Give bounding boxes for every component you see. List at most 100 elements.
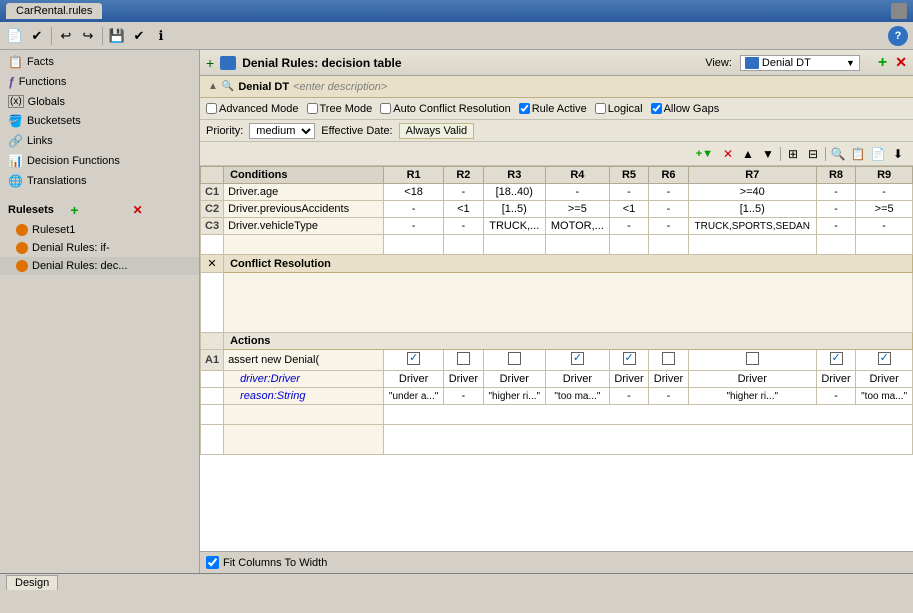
- advanced-mode-checkbox[interactable]: Advanced Mode: [206, 103, 299, 115]
- c2-r9[interactable]: >=5: [856, 201, 913, 218]
- rulesets-delete-button[interactable]: ✕: [133, 203, 191, 217]
- c1-r3[interactable]: [18..40): [483, 184, 545, 201]
- minimize-btn[interactable]: [891, 3, 907, 19]
- c1-r1[interactable]: <18: [384, 184, 444, 201]
- paste-btn[interactable]: 📄: [869, 145, 887, 163]
- c1-r2[interactable]: -: [444, 184, 483, 201]
- view-selector[interactable]: Denial DT ▼: [740, 55, 860, 71]
- c2-r1[interactable]: -: [384, 201, 444, 218]
- panel-add-button[interactable]: +: [878, 54, 887, 72]
- ruleset-item-2[interactable]: Denial Rules: if-: [0, 239, 199, 257]
- verify-btn[interactable]: ✔: [129, 26, 149, 46]
- a1-action[interactable]: assert new Denial(: [224, 350, 384, 371]
- advanced-mode-input[interactable]: [206, 103, 217, 114]
- copy-btn[interactable]: 📋: [849, 145, 867, 163]
- c3-r9[interactable]: -: [856, 218, 913, 235]
- undo-btn[interactable]: ↩: [56, 26, 76, 46]
- allow-gaps-input[interactable]: [651, 103, 662, 114]
- c3-r2[interactable]: -: [444, 218, 483, 235]
- c3-condition[interactable]: Driver.vehicleType: [224, 218, 384, 235]
- sidebar-item-translations[interactable]: 🌐 Translations: [0, 171, 199, 191]
- c3-r5[interactable]: -: [609, 218, 648, 235]
- a1-r5-checkbox[interactable]: [609, 350, 648, 371]
- grid-btn-1[interactable]: ⊞: [784, 145, 802, 163]
- reason-r4[interactable]: "too ma...": [545, 388, 609, 405]
- allow-gaps-checkbox[interactable]: Allow Gaps: [651, 103, 720, 115]
- fit-columns-checkbox[interactable]: Fit Columns To Width: [206, 556, 327, 569]
- a1-r8-checkbox[interactable]: [816, 350, 855, 371]
- add-row-btn[interactable]: +▼: [692, 145, 717, 163]
- search-table-btn[interactable]: 🔍: [829, 145, 847, 163]
- add-action-cell[interactable]: [224, 405, 384, 425]
- auto-conflict-input[interactable]: [380, 103, 391, 114]
- reason-r7[interactable]: "higher ri...": [688, 388, 816, 405]
- driver-r2[interactable]: Driver: [444, 371, 483, 388]
- a1-r6-checkbox[interactable]: [649, 350, 688, 371]
- logical-checkbox[interactable]: Logical: [595, 103, 643, 115]
- driver-r1[interactable]: Driver: [384, 371, 444, 388]
- rule-active-input[interactable]: [519, 103, 530, 114]
- driver-r5[interactable]: Driver: [609, 371, 648, 388]
- logical-input[interactable]: [595, 103, 606, 114]
- sidebar-item-decision-functions[interactable]: 📊 Decision Functions: [0, 151, 199, 171]
- c3-r4[interactable]: MOTOR,...: [545, 218, 609, 235]
- c1-r9[interactable]: -: [856, 184, 913, 201]
- a1-r3-checkbox[interactable]: [483, 350, 545, 371]
- rulesets-add-button[interactable]: +: [70, 202, 128, 218]
- dt-collapse-icon[interactable]: ▲: [208, 81, 218, 92]
- auto-conflict-checkbox[interactable]: Auto Conflict Resolution: [380, 103, 510, 115]
- a1-r7-checkbox[interactable]: [688, 350, 816, 371]
- redo-btn[interactable]: ↪: [78, 26, 98, 46]
- move-up-btn[interactable]: ▲: [739, 145, 757, 163]
- sidebar-item-facts[interactable]: 📋 Facts: [0, 52, 199, 72]
- save-btn[interactable]: 💾: [107, 26, 127, 46]
- c2-r4[interactable]: >=5: [545, 201, 609, 218]
- driver-r6[interactable]: Driver: [649, 371, 688, 388]
- reason-r8[interactable]: -: [816, 388, 855, 405]
- reason-r2[interactable]: -: [444, 388, 483, 405]
- help-button[interactable]: ?: [888, 26, 908, 46]
- check-btn[interactable]: ✔: [27, 26, 47, 46]
- info-btn[interactable]: ℹ: [151, 26, 171, 46]
- panel-delete-button[interactable]: ✕: [895, 54, 907, 71]
- priority-select[interactable]: medium: [249, 123, 315, 139]
- tree-mode-input[interactable]: [307, 103, 318, 114]
- a1-r2-checkbox[interactable]: [444, 350, 483, 371]
- reason-r1[interactable]: "under a...": [384, 388, 444, 405]
- c2-r2[interactable]: <1: [444, 201, 483, 218]
- a1-r4-checkbox[interactable]: [545, 350, 609, 371]
- c1-r7[interactable]: >=40: [688, 184, 816, 201]
- c3-r1[interactable]: -: [384, 218, 444, 235]
- reason-r9[interactable]: "too ma...": [856, 388, 913, 405]
- driver-r8[interactable]: Driver: [816, 371, 855, 388]
- driver-r3[interactable]: Driver: [483, 371, 545, 388]
- rule-active-checkbox[interactable]: Rule Active: [519, 103, 587, 115]
- fit-columns-input[interactable]: [206, 556, 219, 569]
- tree-mode-checkbox[interactable]: Tree Mode: [307, 103, 373, 115]
- ruleset-item-3[interactable]: Denial Rules: dec...: [0, 257, 199, 275]
- sidebar-item-links[interactable]: 🔗 Links: [0, 131, 199, 151]
- ruleset-item-1[interactable]: Ruleset1: [0, 221, 199, 239]
- sidebar-item-bucketsets[interactable]: 🪣 Bucketsets: [0, 111, 199, 131]
- c2-r3[interactable]: [1..5): [483, 201, 545, 218]
- conflict-expand-btn[interactable]: ✕: [201, 255, 224, 273]
- c1-condition[interactable]: Driver.age: [224, 184, 384, 201]
- a1-r9-checkbox[interactable]: [856, 350, 913, 371]
- sidebar-item-functions[interactable]: ƒ Functions: [0, 72, 199, 92]
- c2-r7[interactable]: [1..5): [688, 201, 816, 218]
- c3-r7[interactable]: TRUCK,SPORTS,SEDAN: [688, 218, 816, 235]
- panel-expand-icon[interactable]: +: [206, 55, 214, 71]
- c2-r5[interactable]: <1: [609, 201, 648, 218]
- reason-r3[interactable]: "higher ri...": [483, 388, 545, 405]
- c3-r6[interactable]: -: [649, 218, 688, 235]
- a1-r1-checkbox[interactable]: [384, 350, 444, 371]
- c1-r8[interactable]: -: [816, 184, 855, 201]
- new-btn[interactable]: 📄: [5, 26, 25, 46]
- design-tab[interactable]: Design: [6, 575, 58, 590]
- driver-r9[interactable]: Driver: [856, 371, 913, 388]
- c1-r5[interactable]: -: [609, 184, 648, 201]
- table-container[interactable]: Conditions R1 R2 R3 R4 R5 R6 R7 R8 R9: [200, 166, 913, 551]
- driver-r4[interactable]: Driver: [545, 371, 609, 388]
- c1-r4[interactable]: -: [545, 184, 609, 201]
- c3-r8[interactable]: -: [816, 218, 855, 235]
